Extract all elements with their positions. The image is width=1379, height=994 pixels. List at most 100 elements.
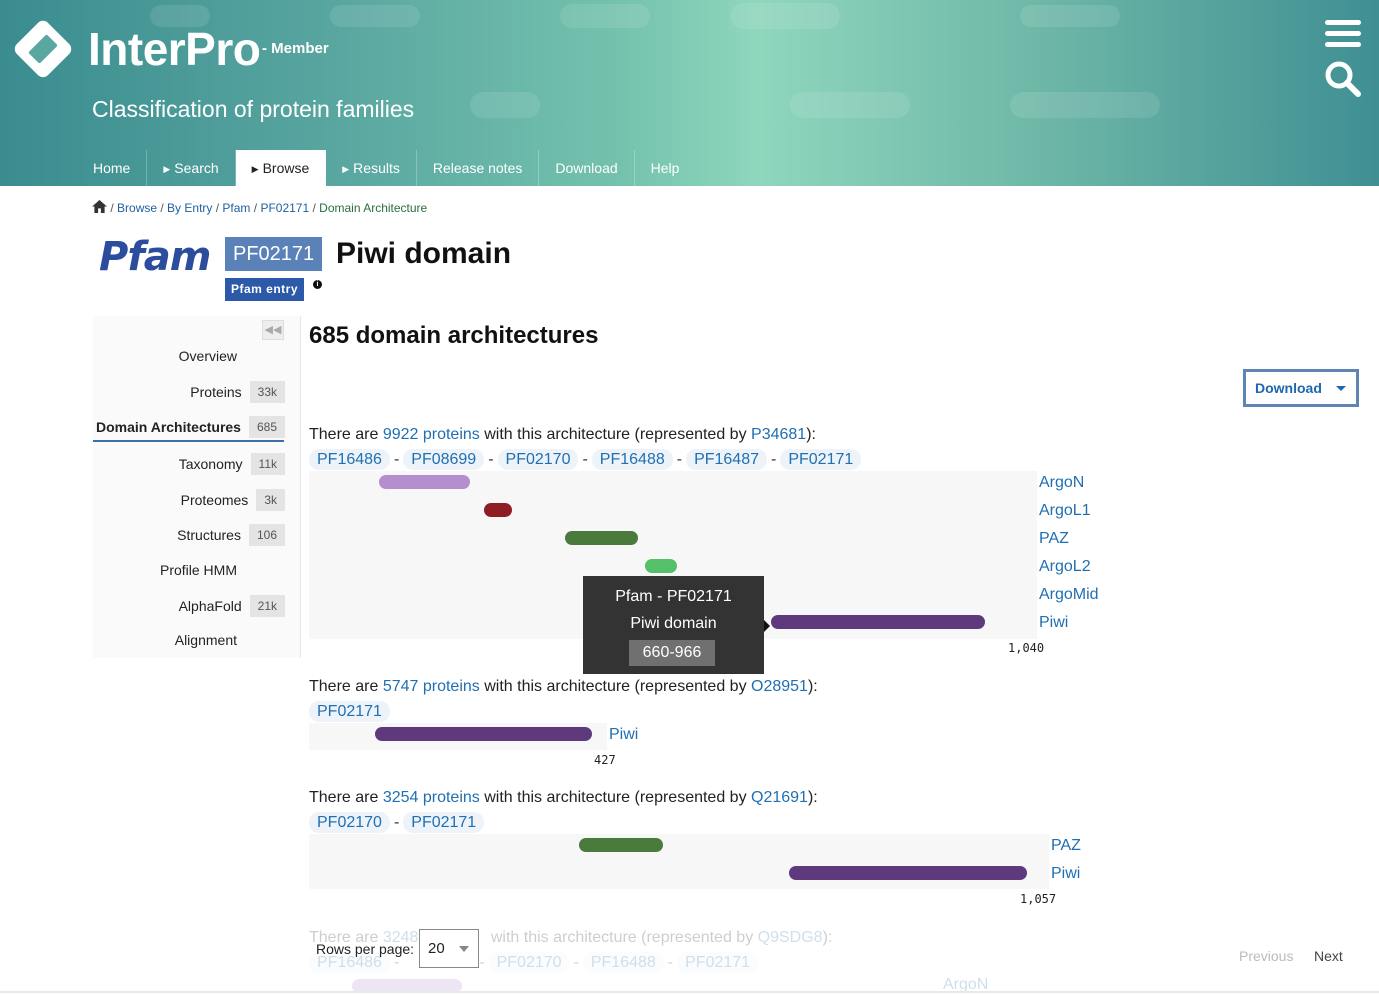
- representative-link[interactable]: Q21691: [751, 789, 808, 806]
- nav-search[interactable]: ▶ Search: [147, 150, 236, 186]
- sidebar-item-structures[interactable]: Structures 106: [0, 524, 285, 546]
- domain-bar-piwi[interactable]: [771, 615, 986, 629]
- breadcrumb-browse[interactable]: Browse: [117, 201, 157, 215]
- protein-count-link[interactable]: 9922 proteins: [383, 426, 480, 443]
- tooltip-arrow: [764, 620, 770, 632]
- representative-link[interactable]: O28951: [751, 678, 808, 695]
- domain-link[interactable]: PF02170: [488, 952, 570, 973]
- nav-download[interactable]: Download: [539, 150, 635, 186]
- domain-link[interactable]: PF08699: [403, 449, 485, 470]
- sidebar-item-label: Alignment: [174, 632, 237, 648]
- count-badge: 11k: [250, 453, 285, 475]
- sidebar-item-proteins[interactable]: Proteins 33k: [0, 381, 285, 403]
- track-label[interactable]: ArgoL1: [1039, 502, 1091, 520]
- hamburger-menu-icon[interactable]: [1325, 20, 1361, 50]
- sidebar-item-proteomes[interactable]: Proteomes 3k: [0, 489, 285, 511]
- domain-link[interactable]: PF02170: [497, 449, 579, 470]
- architecture-faded: There are 3248 with this architecture (r…: [0, 925, 1379, 994]
- sidebar-item-alignment[interactable]: Alignment: [0, 632, 237, 648]
- domain-link[interactable]: PF16486: [309, 449, 390, 470]
- count-badge: 106: [248, 524, 285, 546]
- breadcrumb-accession[interactable]: PF02171: [260, 201, 309, 215]
- track-label[interactable]: Piwi: [1039, 614, 1068, 632]
- brand-name[interactable]: InterPro: [88, 22, 261, 76]
- domain-bar-argol1[interactable]: [484, 503, 512, 517]
- track-label[interactable]: ArgoMid: [1039, 586, 1099, 604]
- representative-link[interactable]: P34681: [751, 426, 806, 443]
- track-label[interactable]: Piwi: [1051, 865, 1080, 883]
- header-decoration: [330, 5, 420, 27]
- sidebar-item-alphafold[interactable]: AlphaFold 21k: [0, 595, 285, 617]
- domain-list: PF02171: [309, 701, 390, 722]
- track-label[interactable]: Piwi: [609, 726, 638, 744]
- domain-link[interactable]: PF02170: [309, 812, 390, 833]
- info-icon[interactable]: i: [313, 280, 322, 289]
- home-icon[interactable]: [92, 200, 107, 213]
- domain-bar-paz[interactable]: [564, 531, 638, 545]
- domain-link[interactable]: PF16488: [591, 449, 673, 470]
- next-page-button[interactable]: Next: [1314, 948, 1343, 964]
- tooltip-range: 660-966: [629, 640, 715, 666]
- domain-bar-argol2[interactable]: [645, 559, 677, 573]
- summary-text: There are: [309, 678, 383, 695]
- previous-page-button[interactable]: Previous: [1239, 948, 1293, 964]
- download-button[interactable]: Download: [1243, 369, 1359, 407]
- domain-link[interactable]: PF16487: [686, 449, 767, 470]
- domain-list: PF02170- PF02171: [309, 812, 485, 833]
- header-decoration: [560, 4, 650, 28]
- domain-link[interactable]: PF02171: [677, 952, 759, 973]
- breadcrumb-by-entry[interactable]: By Entry: [167, 201, 212, 215]
- protein-count-link[interactable]: 3254 proteins: [383, 789, 480, 806]
- rows-per-page-select[interactable]: 20: [419, 929, 479, 968]
- domain-bar-argon[interactable]: [379, 475, 470, 489]
- domain-link[interactable]: PF02171: [403, 812, 485, 833]
- nav-label: Results: [353, 160, 400, 176]
- count-badge: 21k: [249, 595, 285, 617]
- domain-bar-piwi[interactable]: [788, 866, 1027, 880]
- summary-text: There are: [309, 789, 383, 806]
- sidebar-item-domain-architectures[interactable]: Domain Architectures 685: [0, 416, 285, 438]
- summary-text: with this architecture (represented by: [479, 426, 752, 443]
- breadcrumb-separator: /: [110, 201, 118, 215]
- track-label[interactable]: PAZ: [1039, 530, 1069, 548]
- protein-length: 1,040: [1008, 641, 1045, 655]
- rows-value: 20: [428, 940, 445, 957]
- sidebar-item-taxonomy[interactable]: Taxonomy 11k: [0, 453, 285, 475]
- summary-text: ):: [806, 426, 816, 443]
- separator: -: [393, 451, 400, 468]
- protein-count-link[interactable]: 5747 proteins: [383, 678, 480, 695]
- nav-browse[interactable]: ▶ Browse: [235, 150, 327, 186]
- nav-results[interactable]: ▶ Results: [326, 150, 417, 186]
- nav-help[interactable]: Help: [635, 150, 696, 186]
- double-chevron-left-icon[interactable]: ◀◀: [262, 320, 284, 340]
- site-tagline: Classification of protein families: [92, 96, 415, 122]
- nav-label: Download: [555, 160, 618, 176]
- domain-link[interactable]: PF02171: [309, 701, 390, 722]
- domain-link[interactable]: PF16488: [582, 952, 664, 973]
- nav-home[interactable]: Home: [77, 150, 148, 186]
- representative-link[interactable]: Q9SDG8: [758, 929, 823, 946]
- interpro-logo-icon[interactable]: [12, 18, 74, 80]
- sidebar-item-overview[interactable]: Overview: [0, 348, 237, 364]
- summary-text: ):: [807, 789, 818, 806]
- header-decoration: [1020, 5, 1120, 27]
- chevron-down-icon: [1336, 386, 1346, 391]
- nav-label: Help: [650, 160, 680, 176]
- track-label[interactable]: PAZ: [1051, 837, 1081, 855]
- track-label[interactable]: ArgoL2: [1039, 558, 1091, 576]
- sidebar-item-label: Structures: [177, 527, 241, 543]
- sidebar-item-label: Taxonomy: [178, 456, 243, 472]
- domain-bar-piwi[interactable]: [375, 727, 592, 741]
- track-label[interactable]: ArgoN: [1039, 474, 1084, 492]
- active-indicator: [93, 440, 284, 442]
- architecture-summary: There are 9922 proteins with this archit…: [309, 426, 816, 444]
- nav-release-notes[interactable]: Release notes: [417, 150, 540, 186]
- search-icon[interactable]: [1323, 60, 1363, 98]
- header-decoration: [730, 3, 840, 29]
- breadcrumb-pfam[interactable]: Pfam: [222, 201, 250, 215]
- count-badge: 685: [248, 416, 285, 438]
- summary-text: with this architecture (represented by: [479, 678, 752, 695]
- domain-link[interactable]: PF02171: [780, 449, 862, 470]
- domain-bar-paz[interactable]: [578, 838, 663, 852]
- sidebar-item-profile-hmm[interactable]: Profile HMM: [0, 562, 237, 578]
